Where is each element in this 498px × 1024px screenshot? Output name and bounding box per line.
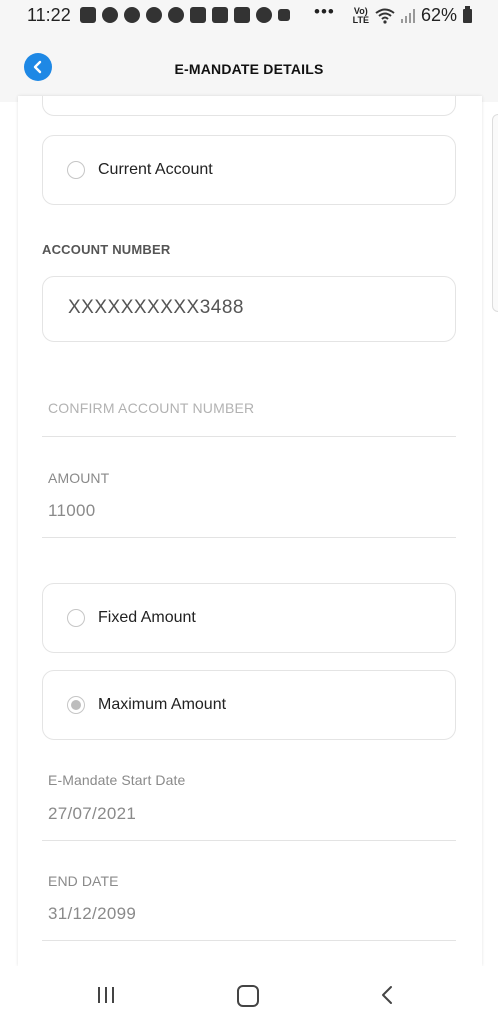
youtube-icon <box>212 7 228 23</box>
fixed-amount-label: Fixed Amount <box>98 609 196 626</box>
maximum-amount-option[interactable]: Maximum Amount <box>42 670 456 740</box>
confirm-account-number-input[interactable]: CONFIRM ACCOUNT NUMBER <box>42 388 456 437</box>
butterfly-icon <box>168 7 184 23</box>
end-date-label: END DATE <box>48 873 119 889</box>
back-nav-icon[interactable] <box>378 985 396 1005</box>
account-number-label: ACCOUNT NUMBER <box>42 242 171 257</box>
account-number-field[interactable]: XXXXXXXXXX3488 <box>42 276 456 342</box>
system-icons: Vo) LTE 62% <box>353 5 472 26</box>
maximum-amount-radio[interactable] <box>67 696 85 714</box>
app-icon <box>190 7 206 23</box>
account-number-value: XXXXXXXXXX3488 <box>68 297 244 318</box>
app-icon <box>124 7 140 23</box>
current-account-label: Current Account <box>98 161 213 178</box>
notification-icons <box>80 7 290 23</box>
amount-field[interactable]: AMOUNT 11000 <box>42 466 456 538</box>
fixed-amount-radio[interactable] <box>67 609 85 627</box>
status-time: 11:22 <box>27 5 71 25</box>
app-header: E-MANDATE DETAILS <box>0 30 498 102</box>
battery-icon <box>463 5 472 23</box>
start-date-field[interactable]: E-Mandate Start Date 27/07/2021 <box>42 766 456 841</box>
system-nav-bar <box>0 966 498 1024</box>
account-type-current-option[interactable]: Current Account <box>42 135 456 205</box>
account-type-option-card[interactable] <box>42 96 456 116</box>
status-bar: 11:22 ••• Vo) LTE 62% <box>0 0 498 30</box>
signal-icon <box>400 8 415 23</box>
facebook-icon <box>102 7 118 23</box>
end-date-field[interactable]: END DATE 31/12/2099 <box>42 868 456 941</box>
wifi-icon <box>375 8 395 24</box>
recent-apps-button[interactable] <box>98 987 114 1003</box>
start-date-value: 27/07/2021 <box>48 804 137 823</box>
volte-icon: Vo) LTE <box>352 5 369 25</box>
message-icon <box>80 7 96 23</box>
fixed-amount-option[interactable]: Fixed Amount <box>42 583 456 653</box>
youtube-icon <box>234 7 250 23</box>
start-date-label: E-Mandate Start Date <box>48 772 186 788</box>
end-date-value: 31/12/2099 <box>48 904 137 923</box>
amount-label: AMOUNT <box>48 470 110 486</box>
battery-percentage: 62% <box>420 5 457 25</box>
current-account-radio[interactable] <box>67 161 85 179</box>
bell-icon <box>278 9 290 21</box>
recents-icon <box>98 987 100 1003</box>
printer-icon <box>256 7 272 23</box>
maximum-amount-label: Maximum Amount <box>98 696 227 713</box>
form-panel: Current Account ACCOUNT NUMBER XXXXXXXXX… <box>18 96 482 966</box>
amount-value: 11000 <box>48 501 96 520</box>
app-icon <box>146 7 162 23</box>
home-button[interactable] <box>237 985 259 1007</box>
page-title: E-MANDATE DETAILS <box>174 61 324 77</box>
scroll-handle[interactable] <box>492 114 498 312</box>
more-notifications-icon: ••• <box>314 2 335 21</box>
confirm-account-number-placeholder: CONFIRM ACCOUNT NUMBER <box>48 400 255 416</box>
